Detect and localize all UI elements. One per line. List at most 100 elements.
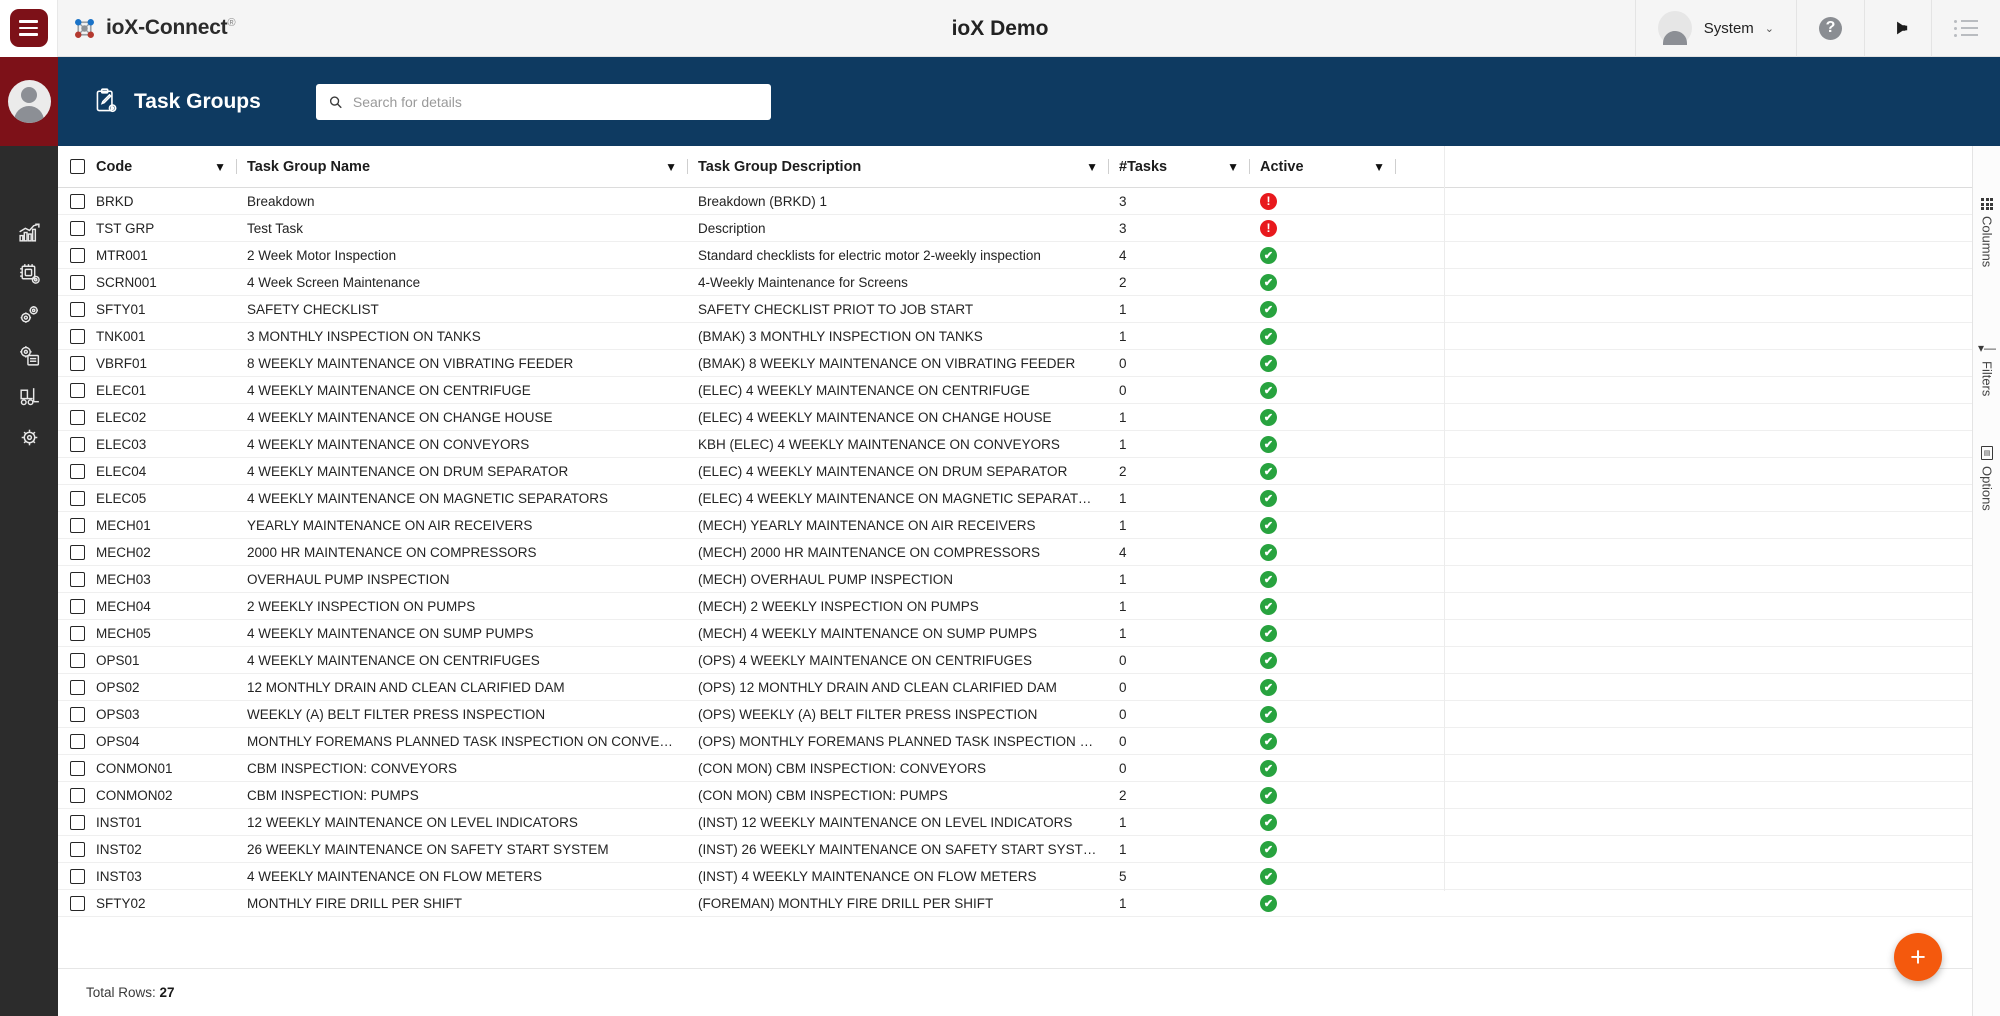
row-checkbox[interactable] — [69, 436, 85, 452]
table-row[interactable]: TST GRP Test Task Description 3! — [58, 215, 1972, 242]
row-checkbox[interactable] — [69, 544, 85, 560]
table-row[interactable]: ELEC04 4 WEEKLY MAINTENANCE ON DRUM SEPAR… — [58, 458, 1972, 485]
cell-divider — [687, 248, 688, 263]
row-checkbox[interactable] — [69, 679, 85, 695]
filter-icon-desc[interactable]: ▼ — [1086, 160, 1098, 174]
table-row[interactable]: CONMON01 CBM INSPECTION: CONVEYORS (CON MO… — [58, 755, 1972, 782]
row-checkbox[interactable] — [69, 760, 85, 776]
row-checkbox[interactable] — [69, 652, 85, 668]
right-rail-columns[interactable]: Columns — [1973, 198, 2000, 267]
row-checkbox[interactable] — [69, 625, 85, 641]
sidebar-profile-block[interactable] — [0, 57, 58, 146]
announcements-button[interactable] — [1864, 0, 1931, 57]
search-container[interactable] — [315, 83, 771, 120]
status-badge-active: ✔ — [1260, 624, 1277, 642]
row-checkbox[interactable] — [69, 301, 85, 317]
table-row[interactable]: OPS04 MONTHLY FOREMANS PLANNED TASK INSPE… — [58, 728, 1972, 755]
table-row[interactable]: ELEC05 4 WEEKLY MAINTENANCE ON MAGNETIC S… — [58, 485, 1972, 512]
row-checkbox[interactable] — [69, 328, 85, 344]
column-header-task-group-description[interactable]: Task Group Description ▼ — [698, 146, 1098, 188]
table-row[interactable]: ELEC02 4 WEEKLY MAINTENANCE ON CHANGE HOU… — [58, 404, 1972, 431]
status-badge-active: ✔ — [1260, 894, 1277, 912]
table-row[interactable]: TNK001 3 MONTHLY INSPECTION ON TANKS (BMAK… — [58, 323, 1972, 350]
search-input[interactable] — [352, 93, 759, 110]
brand[interactable]: ioX-Connect® — [72, 16, 236, 41]
add-task-group-button[interactable]: + — [1894, 933, 1942, 981]
table-row[interactable]: ELEC01 4 WEEKLY MAINTENANCE ON CENTRIFUGE… — [58, 377, 1972, 404]
row-checkbox[interactable] — [69, 814, 85, 830]
total-rows-label: Total Rows: — [86, 985, 156, 1000]
row-checkbox[interactable] — [69, 193, 85, 209]
select-all-checkbox[interactable] — [69, 159, 85, 174]
sidebar-item-assets[interactable] — [0, 253, 58, 294]
sidebar-item-settings[interactable] — [0, 417, 58, 458]
table-row[interactable]: OPS01 4 WEEKLY MAINTENANCE ON CENTRIFUGES… — [58, 647, 1972, 674]
table-row[interactable]: MECH03 OVERHAUL PUMP INSPECTION (MECH) OVE… — [58, 566, 1972, 593]
column-header-code[interactable]: Code ▼ — [96, 146, 226, 188]
row-checkbox[interactable] — [69, 868, 85, 884]
cell-task-group-name: SAFETY CHECKLIST — [247, 301, 379, 317]
row-checkbox[interactable] — [69, 355, 85, 371]
table-row[interactable]: MECH05 4 WEEKLY MAINTENANCE ON SUMP PUMPS… — [58, 620, 1972, 647]
status-badge-active: ✔ — [1260, 786, 1277, 804]
row-select-cell — [58, 836, 96, 863]
more-list-button[interactable] — [1931, 0, 2000, 57]
sidebar-item-analytics[interactable] — [0, 212, 58, 253]
filter-icon-tasks[interactable]: ▼ — [1227, 160, 1239, 174]
row-checkbox[interactable] — [69, 598, 85, 614]
filter-icon-active[interactable]: ▼ — [1373, 160, 1385, 174]
column-header-tasks[interactable]: #Tasks ▼ — [1119, 146, 1239, 188]
hamburger-menu-icon[interactable] — [9, 9, 48, 47]
table-row[interactable]: SFTY01 SAFETY CHECKLIST SAFETY CHECKLIST P… — [58, 296, 1972, 323]
table-row[interactable]: SFTY02 MONTHLY FIRE DRILL PER SHIFT (FOREM… — [58, 890, 1972, 917]
row-select-cell — [58, 296, 96, 323]
table-row[interactable]: ELEC03 4 WEEKLY MAINTENANCE ON CONVEYORS K… — [58, 431, 1972, 458]
avatar-image — [1657, 11, 1692, 45]
row-checkbox[interactable] — [69, 571, 85, 587]
table-row[interactable]: MTR001 2 Week Motor Inspection Standard ch… — [58, 242, 1972, 269]
column-header-active[interactable]: Active ▼ — [1260, 146, 1385, 188]
cell-task-group-description: (ELEC) 4 WEEKLY MAINTENANCE ON MAGNETIC … — [698, 490, 1098, 506]
table-row[interactable]: SCRN001 4 Week Screen Maintenance 4-Weekly… — [58, 269, 1972, 296]
column-header-task-group-name[interactable]: Task Group Name ▼ — [247, 146, 677, 188]
row-checkbox[interactable] — [69, 490, 85, 506]
right-rail-options-label: Options — [1979, 466, 1995, 511]
table-row[interactable]: OPS02 12 MONTHLY DRAIN AND CLEAN CLARIFIE… — [58, 674, 1972, 701]
sidebar-item-logistics[interactable] — [0, 376, 58, 417]
cell-divider — [1108, 464, 1109, 479]
cell-task-group-name: 4 WEEKLY MAINTENANCE ON DRUM SEPARATOR — [247, 463, 569, 479]
cell-tasks: 4 — [1119, 544, 1127, 560]
cell-task-group-name: 4 WEEKLY MAINTENANCE ON CENTRIFUGE — [247, 382, 531, 398]
right-rail-filters[interactable]: ▾— Filters — [1973, 341, 2000, 396]
row-checkbox[interactable] — [69, 841, 85, 857]
row-checkbox[interactable] — [69, 220, 85, 236]
table-row[interactable]: MECH02 2000 HR MAINTENANCE ON COMPRESSORS… — [58, 539, 1972, 566]
table-row[interactable]: MECH01 YEARLY MAINTENANCE ON AIR RECEIVER… — [58, 512, 1972, 539]
table-row[interactable]: OPS03 WEEKLY (A) BELT FILTER PRESS INSPEC… — [58, 701, 1972, 728]
right-rail-options[interactable]: ▤ Options — [1973, 446, 2000, 511]
table-row[interactable]: BRKD Breakdown Breakdown (BRKD) 1 3! — [58, 188, 1972, 215]
row-checkbox[interactable] — [69, 706, 85, 722]
filter-icon-code[interactable]: ▼ — [214, 160, 226, 174]
table-row[interactable]: MECH04 2 WEEKLY INSPECTION ON PUMPS (MECH)… — [58, 593, 1972, 620]
sidebar-item-maintenance[interactable] — [0, 294, 58, 335]
row-checkbox[interactable] — [69, 517, 85, 533]
cell-divider — [687, 545, 688, 560]
row-checkbox[interactable] — [69, 463, 85, 479]
row-checkbox[interactable] — [69, 382, 85, 398]
row-checkbox[interactable] — [69, 787, 85, 803]
row-checkbox[interactable] — [69, 409, 85, 425]
user-menu[interactable]: System ⌄ — [1634, 0, 1796, 57]
help-button[interactable]: ? — [1796, 0, 1864, 57]
table-row[interactable]: INST02 26 WEEKLY MAINTENANCE ON SAFETY ST… — [58, 836, 1972, 863]
row-checkbox[interactable] — [69, 247, 85, 263]
sidebar-item-task-groups[interactable] — [0, 335, 58, 376]
row-checkbox[interactable] — [69, 733, 85, 749]
row-checkbox[interactable] — [69, 895, 85, 911]
table-row[interactable]: INST03 4 WEEKLY MAINTENANCE ON FLOW METER… — [58, 863, 1972, 890]
row-checkbox[interactable] — [69, 274, 85, 290]
table-row[interactable]: CONMON02 CBM INSPECTION: PUMPS (CON MON) C… — [58, 782, 1972, 809]
table-row[interactable]: INST01 12 WEEKLY MAINTENANCE ON LEVEL IND… — [58, 809, 1972, 836]
filter-icon-name[interactable]: ▼ — [665, 160, 677, 174]
table-row[interactable]: VBRF01 8 WEEKLY MAINTENANCE ON VIBRATING … — [58, 350, 1972, 377]
